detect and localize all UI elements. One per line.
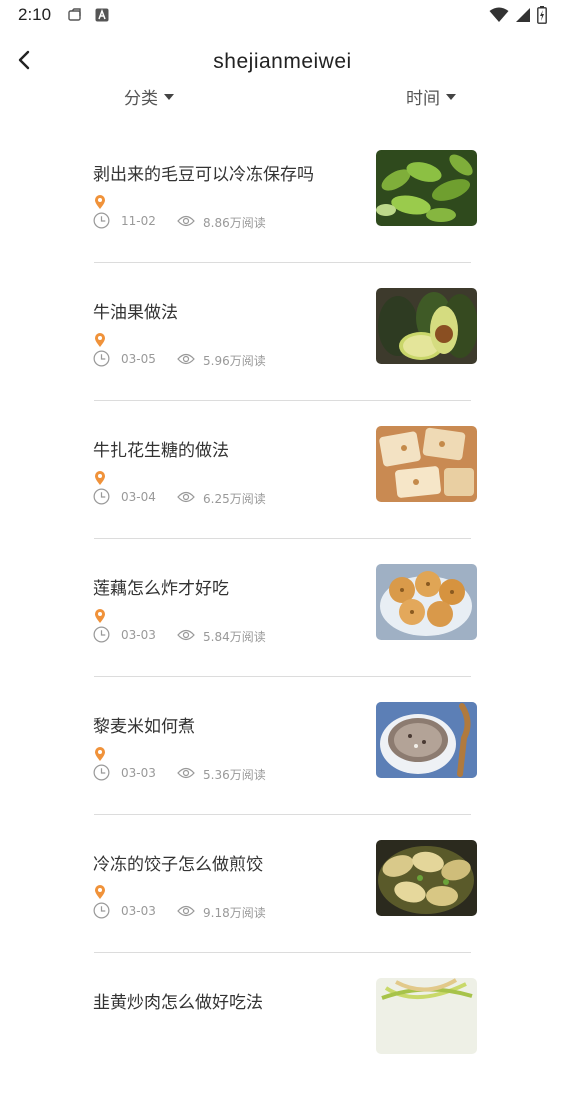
item-date: 03-03	[121, 904, 156, 918]
list-item[interactable]: 冷冻的饺子怎么做煎饺 03-03 9.18万阅读	[0, 828, 565, 966]
eye-icon	[177, 905, 195, 917]
list-item[interactable]: 韭黄炒肉怎么做好吃法	[0, 966, 565, 1104]
item-title: 莲藕怎么炸才好吃	[93, 579, 229, 599]
nougat-thumbnail	[376, 426, 477, 502]
list-item[interactable]: 牛油果做法 03-05 5.96万阅读	[0, 276, 565, 414]
fried-lotus-root-thumbnail	[376, 564, 477, 640]
eye-icon	[177, 629, 195, 641]
item-date: 03-03	[121, 628, 156, 642]
list-item[interactable]: 莲藕怎么炸才好吃 03-03 5.84万阅读	[0, 552, 565, 690]
item-date: 03-03	[121, 766, 156, 780]
eye-icon	[177, 215, 195, 227]
item-date: 03-05	[121, 352, 156, 366]
location-pin-icon	[95, 471, 105, 485]
location-pin-icon	[95, 747, 105, 761]
location-pin-icon	[95, 609, 105, 623]
item-title: 牛油果做法	[93, 303, 178, 323]
list-item[interactable]: 牛扎花生糖的做法 03-04 6.25万阅读	[0, 414, 565, 552]
eye-icon	[177, 491, 195, 503]
divider	[94, 400, 471, 401]
item-title: 剥出来的毛豆可以冷冻保存吗	[93, 165, 314, 185]
item-read-count: 9.18万阅读	[203, 906, 266, 920]
avocado-thumbnail	[376, 288, 477, 364]
edamame-thumbnail	[376, 150, 477, 226]
item-read-count: 5.96万阅读	[203, 354, 266, 368]
clock-icon	[93, 626, 110, 643]
item-title: 韭黄炒肉怎么做好吃法	[93, 993, 263, 1013]
status-bar: 2:10	[0, 0, 565, 32]
clock-icon	[93, 212, 110, 229]
dropdown-arrow-icon	[164, 93, 174, 100]
header: shejianmeiwei	[0, 40, 565, 86]
divider	[94, 952, 471, 953]
status-time: 2:10	[18, 5, 52, 24]
eye-icon	[177, 353, 195, 365]
quinoa-thumbnail	[376, 702, 477, 778]
time-filter[interactable]: 时间	[406, 84, 456, 109]
clock-icon	[93, 902, 110, 919]
time-filter-label: 时间	[406, 89, 440, 109]
item-title: 冷冻的饺子怎么做煎饺	[93, 855, 263, 875]
battery-icon	[537, 6, 547, 24]
app-a-icon	[95, 8, 109, 22]
signal-icon	[516, 8, 530, 22]
clock-icon	[93, 764, 110, 781]
location-pin-icon	[95, 333, 105, 347]
list-item[interactable]: 黎麦米如何煮 03-03 5.36万阅读	[0, 690, 565, 828]
divider	[94, 814, 471, 815]
divider	[94, 676, 471, 677]
divider	[94, 538, 471, 539]
location-pin-icon	[95, 885, 105, 899]
item-date: 11-02	[121, 214, 156, 228]
divider	[94, 262, 471, 263]
article-list: 剥出来的毛豆可以冷冻保存吗 11-02 8.86万阅读 牛油果做法 03-05 …	[0, 138, 565, 1104]
page-title: shejianmeiwei	[213, 50, 352, 73]
wifi-icon	[489, 7, 509, 22]
clock-icon	[93, 350, 110, 367]
fried-dumplings-thumbnail	[376, 840, 477, 916]
item-title: 牛扎花生糖的做法	[93, 441, 229, 461]
clock-icon	[93, 488, 110, 505]
item-date: 03-04	[121, 490, 156, 504]
notification-icon	[68, 8, 81, 21]
item-read-count: 5.36万阅读	[203, 768, 266, 782]
item-read-count: 6.25万阅读	[203, 492, 266, 506]
item-read-count: 8.86万阅读	[203, 216, 266, 230]
category-filter[interactable]: 分类	[124, 84, 174, 109]
eye-icon	[177, 767, 195, 779]
item-title: 黎麦米如何煮	[93, 717, 195, 737]
list-item[interactable]: 剥出来的毛豆可以冷冻保存吗 11-02 8.86万阅读	[0, 138, 565, 276]
category-filter-label: 分类	[124, 89, 158, 109]
location-pin-icon	[95, 195, 105, 209]
dropdown-arrow-icon	[446, 93, 456, 100]
stir-fry-thumbnail	[376, 978, 477, 1054]
item-read-count: 5.84万阅读	[203, 630, 266, 644]
